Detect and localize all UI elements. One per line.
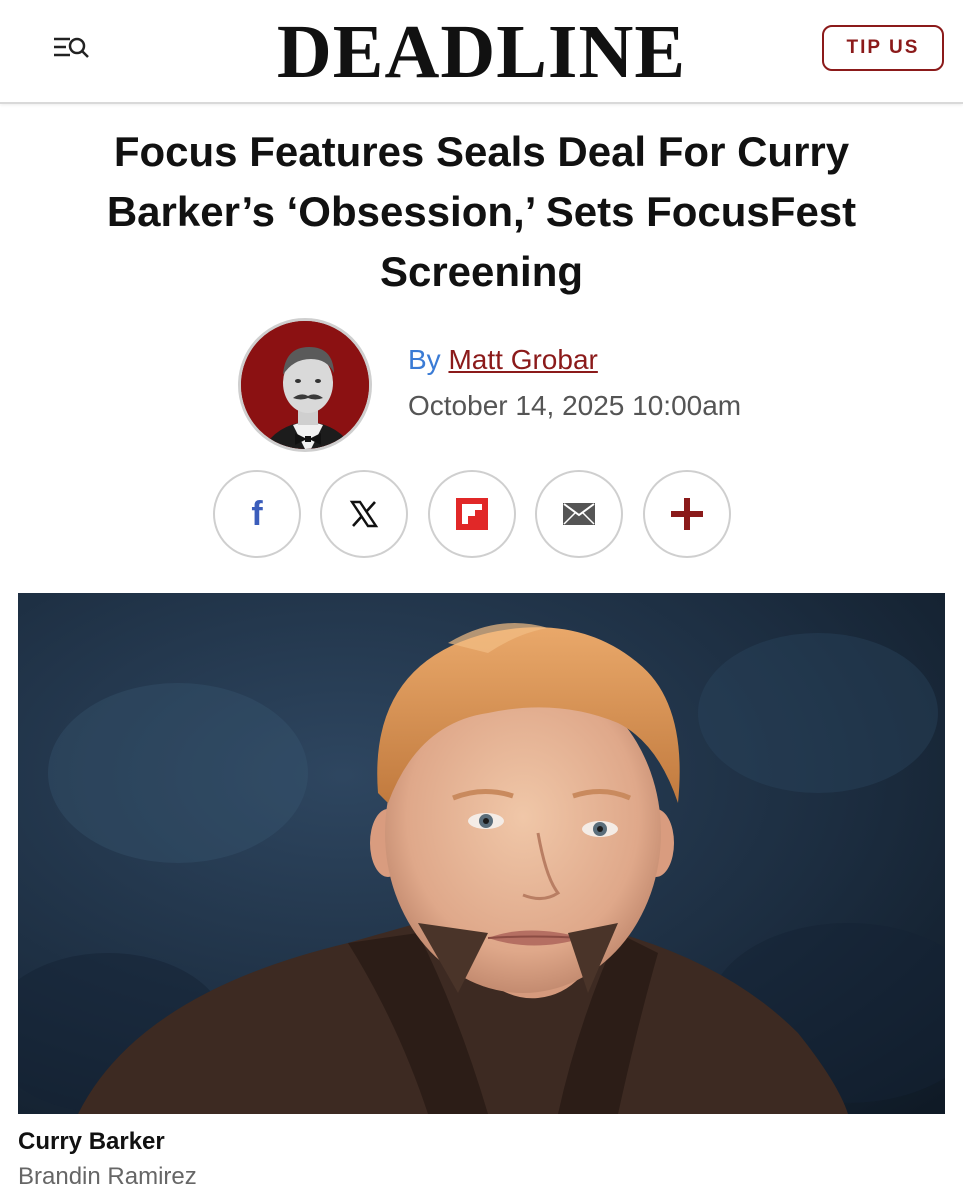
- article-photo[interactable]: [18, 593, 945, 1114]
- site-logo[interactable]: DEADLINE: [0, 14, 963, 90]
- photo-credit: Brandin Ramirez: [18, 1163, 197, 1190]
- menu-search-icon[interactable]: [50, 30, 94, 66]
- author-avatar[interactable]: [238, 318, 372, 452]
- flipboard-share-button[interactable]: [428, 470, 516, 558]
- flipboard-icon: [456, 498, 488, 530]
- x-share-button[interactable]: [320, 470, 408, 558]
- facebook-share-button[interactable]: f: [213, 470, 301, 558]
- byline-prefix: By: [408, 344, 441, 375]
- photo-caption: Curry Barker: [18, 1128, 165, 1155]
- more-share-button[interactable]: [643, 470, 731, 558]
- site-header: DEADLINE TIP US: [0, 0, 963, 104]
- article-headline: Focus Features Seals Deal For Curry Bark…: [106, 128, 857, 295]
- byline: By Matt Grobar: [408, 344, 598, 376]
- facebook-icon: f: [251, 494, 263, 533]
- plus-icon: [670, 497, 704, 531]
- author-link[interactable]: Matt Grobar: [448, 344, 597, 375]
- x-icon: [349, 499, 379, 529]
- email-share-button[interactable]: [535, 470, 623, 558]
- email-icon: [563, 503, 595, 525]
- tip-us-button[interactable]: TIP US: [822, 25, 944, 71]
- publish-date: October 14, 2025 10:00am: [408, 390, 742, 421]
